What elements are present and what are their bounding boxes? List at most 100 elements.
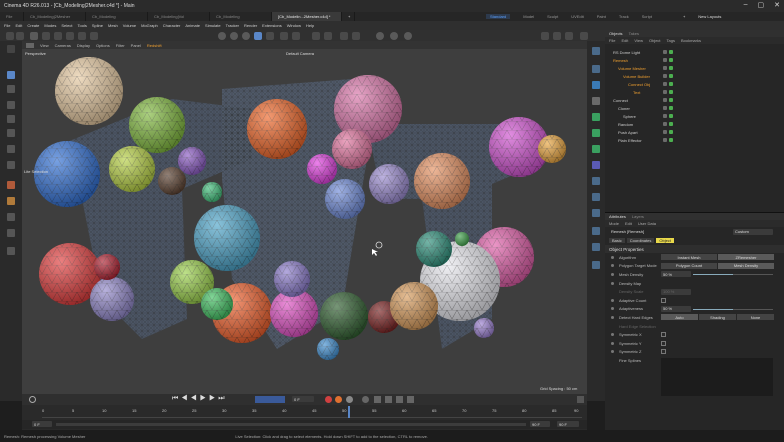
objects-menu-object[interactable]: Object — [649, 38, 661, 43]
transform-icon[interactable] — [7, 145, 15, 153]
objects-menu-view[interactable]: View — [634, 38, 643, 43]
menu-item-volume[interactable]: Volume — [123, 23, 136, 28]
attributes-menu-mode[interactable]: Mode — [609, 221, 619, 226]
rect-select-icon[interactable] — [78, 31, 86, 40]
menu-item-simulate[interactable]: Simulate — [205, 23, 221, 28]
rotate-icon[interactable] — [54, 31, 62, 40]
scene-icon[interactable] — [592, 243, 600, 251]
object-row[interactable]: Volume Mesher — [605, 64, 784, 72]
maximize-button[interactable]: ▢ — [758, 1, 765, 9]
sub-tab-basic[interactable]: Basic — [609, 238, 625, 243]
range-slider[interactable] — [56, 423, 526, 426]
spline-icon[interactable] — [592, 65, 600, 73]
new-tab-button[interactable]: + — [342, 12, 355, 21]
tab-objects[interactable]: Objects — [609, 31, 623, 36]
objects-menu-tags[interactable]: Tags — [667, 38, 675, 43]
effector-icon[interactable] — [592, 145, 600, 153]
preset-dropdown[interactable]: Custom — [733, 228, 773, 235]
close-button[interactable]: ✕ — [774, 1, 780, 9]
object-row[interactable]: Plain Effector — [605, 136, 784, 144]
menu-item-character[interactable]: Character — [163, 23, 181, 28]
symmetric-x-checkbox[interactable] — [661, 332, 666, 338]
render-view-icon[interactable] — [376, 31, 384, 40]
deformer-icon[interactable] — [592, 161, 600, 169]
algorithm-zremesher-button[interactable]: ZRemesher — [718, 254, 774, 261]
tab-file[interactable]: File — [0, 12, 24, 21]
playhead[interactable] — [348, 406, 350, 418]
max-frame-field[interactable]: 90 F — [557, 421, 579, 427]
render-picture-viewer-icon[interactable] — [390, 31, 398, 40]
redo-icon[interactable] — [16, 31, 24, 40]
new-layouts-menu[interactable]: New Layouts — [698, 14, 721, 19]
scale-key-icon[interactable] — [396, 396, 403, 403]
field-icon[interactable] — [592, 209, 600, 217]
viewport-layout-icon[interactable] — [553, 31, 561, 40]
scale-tool-icon[interactable] — [7, 129, 15, 137]
viewport-layout-icon[interactable] — [565, 31, 573, 40]
tab-document-active[interactable]: [Cb_Modelin...2Mesher.c4d] * — [272, 12, 342, 21]
record-icon[interactable] — [325, 396, 332, 403]
transport-buttons[interactable]: ⏮◀◀▶▶⏭ — [172, 395, 228, 403]
lasso-icon[interactable] — [90, 31, 98, 40]
menu-item-mograph[interactable]: MoGraph — [141, 23, 158, 28]
object-row[interactable]: Text — [605, 88, 784, 96]
undo-icon[interactable] — [6, 31, 14, 40]
algorithm-instant-mesh-button[interactable]: Instant Mesh — [661, 254, 717, 261]
model-mode-icon[interactable] — [254, 31, 262, 40]
move-tool-icon[interactable] — [7, 101, 15, 109]
layout-paint[interactable]: Paint — [597, 14, 606, 19]
viewport-layout-icon[interactable] — [541, 31, 549, 40]
lock-icon[interactable] — [352, 31, 360, 40]
tab-document[interactable]: Cb_Modeling|2Mesher — [24, 12, 86, 21]
knife-icon[interactable] — [7, 213, 15, 221]
workplane-icon[interactable] — [324, 31, 332, 40]
paint-icon[interactable] — [7, 181, 15, 189]
object-row[interactable]: Connect Obj — [605, 80, 784, 88]
position-key-icon[interactable] — [374, 396, 381, 403]
cloner-icon[interactable] — [592, 129, 600, 137]
cube-icon[interactable] — [592, 47, 600, 55]
tab-takes[interactable]: Takes — [629, 31, 639, 36]
mesh-density-field[interactable]: 50 % — [661, 271, 691, 278]
mesh-density-button[interactable]: Mesh Density — [718, 262, 774, 269]
viewport-menu-options[interactable]: Options — [96, 43, 110, 48]
x-axis-icon[interactable] — [218, 31, 226, 40]
viewport-camera-label[interactable]: Default Camera — [286, 51, 314, 56]
symmetric-z-checkbox[interactable] — [661, 349, 666, 355]
param-key-icon[interactable] — [407, 396, 414, 403]
rotate-tool-icon[interactable] — [7, 115, 15, 123]
points-mode-icon[interactable] — [266, 31, 274, 40]
object-row[interactable]: Remesh — [605, 56, 784, 64]
layout-track[interactable]: Track — [619, 14, 629, 19]
generator-icon[interactable] — [592, 81, 600, 89]
extrude-icon[interactable] — [7, 247, 15, 255]
menu-item-edit[interactable]: Edit — [15, 23, 22, 28]
object-row[interactable]: Cloner — [605, 104, 784, 112]
tag-icon[interactable] — [592, 261, 600, 269]
brush-icon[interactable] — [7, 197, 15, 205]
menu-item-file[interactable]: File — [4, 23, 10, 28]
object-row[interactable]: Random — [605, 120, 784, 128]
layout-model[interactable]: Model — [523, 14, 534, 19]
adaptive-count-checkbox[interactable] — [661, 297, 666, 303]
move-icon[interactable] — [30, 31, 38, 40]
tab-attributes[interactable]: Attributes — [609, 214, 626, 219]
z-axis-icon[interactable] — [242, 31, 250, 40]
object-row[interactable]: Sphere — [605, 112, 784, 120]
attributes-menu-edit[interactable]: Edit — [625, 221, 632, 226]
tab-document[interactable]: Cb_Modeling|Vol — [148, 12, 210, 21]
layout-uvedit[interactable]: UVEdit — [571, 14, 583, 19]
polygon-count-button[interactable]: Polygon Count — [661, 262, 717, 269]
menu-item-modes[interactable]: Modes — [44, 23, 56, 28]
menu-item-select[interactable]: Select — [61, 23, 72, 28]
menu-item-help[interactable]: Help — [306, 23, 314, 28]
select-tool-icon[interactable] — [7, 71, 15, 79]
viewport-menu-display[interactable]: Display — [77, 43, 90, 48]
motion-icon[interactable] — [362, 396, 369, 403]
sub-tab-coordinates[interactable]: Coordinates — [626, 238, 655, 243]
menu-item-tracker[interactable]: Tracker — [226, 23, 239, 28]
end-frame-field[interactable]: 90 F — [530, 421, 550, 427]
snap-icon[interactable] — [312, 31, 320, 40]
layout-standard[interactable]: Standard — [486, 14, 511, 19]
layout-script[interactable]: Script — [642, 14, 652, 19]
